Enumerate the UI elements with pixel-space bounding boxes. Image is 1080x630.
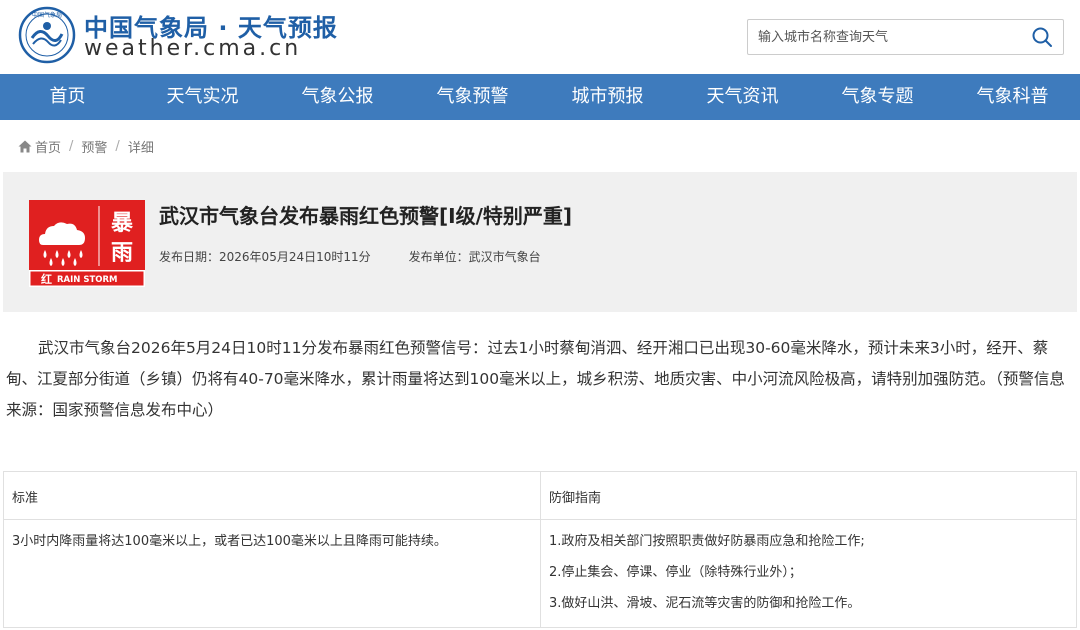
nav-item-science[interactable]: 气象科普 xyxy=(945,74,1080,120)
table-header-standard: 标准 xyxy=(3,471,541,520)
publish-date: 2026年05月24日10时11分 xyxy=(219,250,371,264)
alert-card: 暴 雨 红 RAIN STORM 武汉市气象台发布暴雨红色预警[I级/特别严重]… xyxy=(3,172,1077,312)
breadcrumb-warnings[interactable]: 预警 xyxy=(81,137,107,156)
table-header-row: 标准 防御指南 xyxy=(3,471,1077,520)
table-header-guide: 防御指南 xyxy=(540,471,1077,520)
publisher: 武汉市气象台 xyxy=(468,250,541,264)
home-icon[interactable] xyxy=(18,140,32,153)
svg-text:中国气象局: 中国气象局 xyxy=(32,11,62,19)
publisher-label: 发布单位： xyxy=(408,250,469,264)
breadcrumb-home[interactable]: 首页 xyxy=(35,137,61,156)
main-nav: 首页 天气实况 气象公报 气象预警 城市预报 天气资讯 气象专题 气象科普 xyxy=(0,74,1080,120)
guide-cell: 1.政府及相关部门按照职责做好防暴雨应急和抢险工作; 2.停止集会、停课、停业（… xyxy=(540,519,1077,628)
svg-text:暴: 暴 xyxy=(110,211,134,236)
nav-item-home[interactable]: 首页 xyxy=(0,74,135,120)
breadcrumb-separator: / xyxy=(115,139,120,154)
nav-item-observations[interactable]: 天气实况 xyxy=(135,74,270,120)
breadcrumb-detail: 详细 xyxy=(127,141,154,156)
search-icon[interactable] xyxy=(1031,26,1053,48)
breadcrumb: 首页 / 预警 / 详细 xyxy=(18,137,154,156)
alert-content: 武汉市气象台2026年5月24日10时11分发布暴雨红色预警信号：过去1小时蔡甸… xyxy=(6,339,1065,419)
nav-item-bulletins[interactable]: 气象公报 xyxy=(270,74,405,120)
alert-meta: 发布日期：2026年05月24日10时11分 发布单位：武汉市气象台 xyxy=(159,248,541,265)
nav-item-city-forecast[interactable]: 城市预报 xyxy=(540,74,675,120)
nav-item-topics[interactable]: 气象专题 xyxy=(810,74,945,120)
guide-item-1: 1.政府及相关部门按照职责做好防暴雨应急和抢险工作; xyxy=(549,534,865,549)
nav-item-warnings[interactable]: 气象预警 xyxy=(405,74,540,120)
search-input[interactable] xyxy=(748,20,1018,54)
publish-date-label: 发布日期： xyxy=(159,250,220,264)
rainstorm-red-warning-icon: 暴 雨 红 RAIN STORM xyxy=(29,200,145,287)
svg-text:雨: 雨 xyxy=(111,241,133,266)
breadcrumb-separator: / xyxy=(69,139,74,154)
cma-emblem-icon[interactable]: 中国气象局 xyxy=(18,6,76,64)
site-name-en[interactable]: weather.cma.cn xyxy=(84,36,301,61)
guide-item-2: 2.停止集会、停课、停业（除特殊行业外）； xyxy=(549,565,802,580)
site-header: 中国气象局 中国气象局 · 天气预报 weather.cma.cn xyxy=(0,0,1080,74)
alert-title: 武汉市气象台发布暴雨红色预警[I级/特别严重] xyxy=(159,204,573,228)
svg-text:红: 红 xyxy=(41,272,52,286)
search-box xyxy=(747,19,1064,55)
guide-item-3: 3.做好山洪、滑坡、泥石流等灾害的防御和抢险工作。 xyxy=(549,596,861,611)
standard-text: 3小时内降雨量将达100毫米以上，或者已达100毫米以上且降雨可能持续。 xyxy=(12,534,447,549)
nav-item-news[interactable]: 天气资讯 xyxy=(675,74,810,120)
defense-guide-table: 标准 防御指南 3小时内降雨量将达100毫米以上，或者已达100毫米以上且降雨可… xyxy=(3,471,1077,628)
svg-text:RAIN STORM: RAIN STORM xyxy=(57,275,118,285)
table-row: 3小时内降雨量将达100毫米以上，或者已达100毫米以上且降雨可能持续。 1.政… xyxy=(3,519,1077,628)
standard-cell: 3小时内降雨量将达100毫米以上，或者已达100毫米以上且降雨可能持续。 xyxy=(3,519,541,628)
